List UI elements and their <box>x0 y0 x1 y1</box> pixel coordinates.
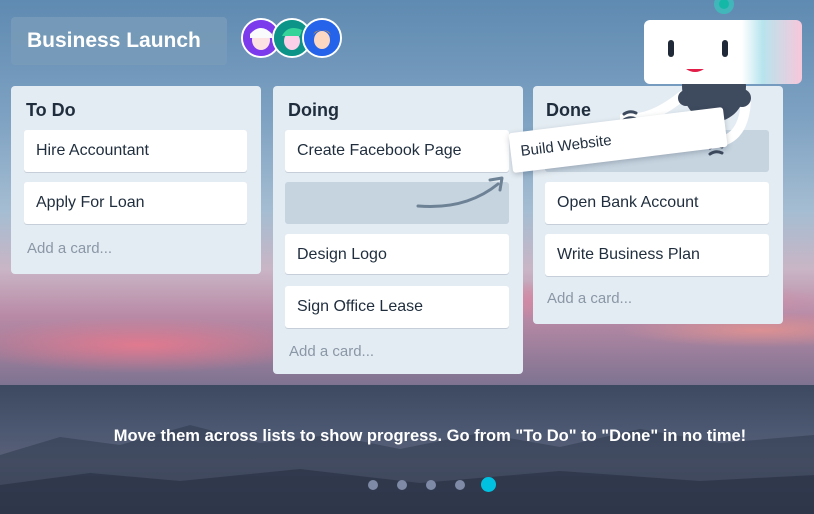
list-title: Done <box>546 100 591 120</box>
page-dot-3[interactable] <box>426 480 436 490</box>
mountain-silhouette <box>0 425 814 514</box>
page-dot-2[interactable] <box>397 480 407 490</box>
member-avatar-3[interactable] <box>302 18 342 58</box>
card[interactable]: Open Bank Account <box>545 182 769 224</box>
list-title: Doing <box>288 100 339 120</box>
add-card-link[interactable]: Add a card... <box>27 240 112 257</box>
onboarding-caption: Move them across lists to show progress.… <box>113 427 747 445</box>
card[interactable]: Sign Office Lease <box>285 286 509 328</box>
card[interactable]: Design Logo <box>285 234 509 274</box>
add-card-link[interactable]: Add a card... <box>289 343 374 360</box>
member-avatars <box>241 18 346 62</box>
board-title[interactable]: Business Launch <box>11 17 227 65</box>
page-dot-4[interactable] <box>455 480 465 490</box>
card[interactable]: Write Business Plan <box>545 234 769 276</box>
list-to-do: To Do Hire Accountant Apply For Loan Add… <box>11 86 261 274</box>
add-card-link[interactable]: Add a card... <box>547 290 632 307</box>
list-doing: Doing Create Facebook Page Design Logo S… <box>273 86 523 374</box>
card[interactable]: Hire Accountant <box>24 130 247 172</box>
card[interactable]: Create Facebook Page <box>285 130 509 172</box>
card[interactable]: Apply For Loan <box>24 182 247 224</box>
move-arrow-icon <box>416 176 504 208</box>
person-icon <box>304 20 340 56</box>
page-dot-1[interactable] <box>368 480 378 490</box>
pagination-dots <box>366 476 496 492</box>
page-dot-5-active[interactable] <box>481 477 496 492</box>
list-title: To Do <box>26 100 76 120</box>
